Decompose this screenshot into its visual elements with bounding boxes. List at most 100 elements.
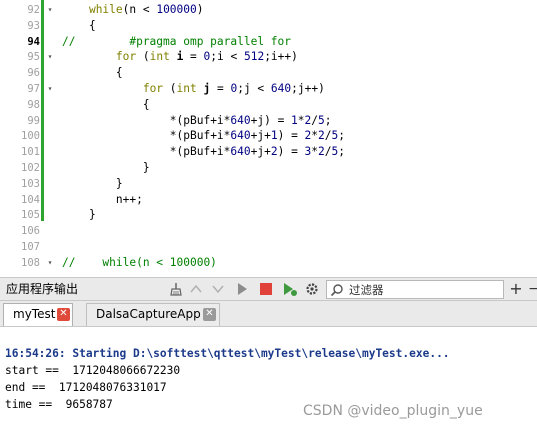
code-line: { — [62, 18, 96, 34]
code-token: = — [183, 50, 204, 64]
line-number[interactable]: 92 — [0, 2, 40, 18]
code-token: *(pBuf+i* — [169, 113, 231, 127]
code-editor[interactable]: 92 ▾ while(n < 100000) 93 {94// #pragma om… — [0, 0, 537, 274]
code-token: } — [115, 176, 123, 190]
stop-icon[interactable] — [258, 281, 274, 297]
line-number[interactable]: 108 — [0, 255, 40, 271]
code-line: { — [62, 97, 150, 113]
line-number[interactable]: 97 — [0, 81, 40, 97]
fold-arrow-icon — [44, 223, 56, 239]
code-token: +j+ — [250, 145, 271, 159]
code-token: ;j < — [237, 82, 271, 95]
broom-icon[interactable] — [168, 281, 184, 297]
code-token: while — [88, 3, 123, 16]
fold-arrow-icon — [44, 207, 56, 223]
code-token: * — [297, 113, 305, 127]
tab-label: myTest — [13, 307, 56, 321]
code-line: } — [62, 160, 150, 176]
code-token: 5 — [318, 113, 325, 127]
fold-arrow-icon — [44, 144, 56, 160]
fold-arrow-icon[interactable]: ▾ — [44, 2, 56, 18]
code-token: *(pBuf+i* — [169, 129, 231, 143]
code-token: 2 — [270, 145, 278, 159]
code-token: // while(n < 100000) — [62, 255, 217, 269]
editor-line: 97 ▾ for (int j = 0;j < 640;j++) — [0, 81, 537, 97]
line-number[interactable]: 101 — [0, 144, 40, 160]
line-number[interactable]: 103 — [0, 176, 40, 192]
code-token: ) = — [277, 145, 305, 159]
close-icon[interactable]: ✕ — [57, 308, 70, 321]
code-token: 100000 — [156, 3, 197, 16]
code-token: for — [115, 50, 137, 64]
code-token: +j+ — [250, 129, 271, 143]
code-token: (n < — [122, 3, 157, 16]
editor-line: 101 *(pBuf+i*640+j+2) = 3*2/5; — [0, 144, 537, 160]
code-line: n++; — [62, 192, 143, 208]
code-token: / — [324, 145, 332, 159]
run-icon[interactable] — [234, 281, 250, 297]
line-number[interactable]: 96 — [0, 65, 40, 81]
arrow-up-icon[interactable] — [188, 281, 204, 297]
line-number[interactable]: 102 — [0, 160, 40, 176]
code-token: 1 — [270, 129, 278, 143]
debug-run-icon[interactable] — [282, 281, 298, 297]
line-number[interactable]: 94 — [0, 34, 40, 50]
line-number[interactable]: 99 — [0, 113, 40, 129]
code-token: { — [88, 18, 96, 32]
output-toolbar: 应用程序输出 + − — [0, 277, 537, 301]
watermark: CSDN @video_plugin_yue — [303, 403, 483, 419]
filter-input[interactable] — [349, 282, 499, 297]
tab-dalsacaptureapp[interactable]: DalsaCaptureApp ✕ — [86, 303, 220, 326]
code-token: int — [149, 50, 170, 64]
filter-box[interactable] — [326, 280, 504, 299]
line-number[interactable]: 106 — [0, 223, 40, 239]
line-number[interactable]: 98 — [0, 97, 40, 113]
editor-line: 94 // #pragma omp parallel for — [0, 34, 537, 50]
add-icon[interactable]: + — [508, 281, 524, 297]
output-tabs: myTest ✕ DalsaCaptureApp ✕ — [0, 301, 537, 327]
line-number[interactable]: 95 — [0, 49, 40, 65]
editor-line: 92 ▾ while(n < 100000) — [0, 2, 537, 18]
code-line: // while(n < 100000) — [62, 255, 217, 271]
arrow-down-icon[interactable] — [210, 281, 226, 297]
code-token: ;j++) — [291, 82, 325, 95]
line-number[interactable]: 105 — [0, 207, 40, 223]
fold-arrow-icon[interactable]: ▾ — [44, 81, 56, 97]
editor-line: 99 *(pBuf+i*640+j) = 1*2/5; — [0, 113, 537, 129]
code-token: ) = — [277, 129, 305, 143]
fold-arrow-icon — [44, 160, 56, 176]
editor-line: 108 ▾ // while(n < 100000) — [0, 255, 537, 271]
code-line: for (int j = 0;j < 640;j++) — [62, 81, 325, 97]
fold-arrow-icon — [44, 65, 56, 81]
editor-line: 102 } — [0, 160, 537, 176]
tab-mytest[interactable]: myTest ✕ — [3, 303, 73, 326]
line-number[interactable]: 104 — [0, 192, 40, 208]
output-console[interactable]: 16:54:26: Starting D:\softtest\qttest\my… — [0, 327, 537, 431]
line-number[interactable]: 100 — [0, 128, 40, 144]
output-line: end == 1712048076331017 — [5, 381, 167, 394]
code-token: { — [142, 97, 150, 111]
code-token: 640 — [230, 145, 251, 159]
line-number[interactable]: 93 — [0, 18, 40, 34]
editor-line: 106 — [0, 223, 537, 239]
minimize-icon[interactable]: − — [526, 281, 537, 297]
code-token: 640 — [230, 129, 251, 143]
line-number[interactable]: 107 — [0, 239, 40, 255]
fold-arrow-icon[interactable]: ▾ — [44, 49, 56, 65]
editor-line: 96 { — [0, 65, 537, 81]
editor-line: 107 — [0, 239, 537, 255]
fold-arrow-icon[interactable]: ▾ — [44, 255, 56, 271]
close-icon[interactable]: ✕ — [203, 308, 216, 321]
gear-icon[interactable] — [304, 281, 320, 297]
fold-arrow-icon — [44, 18, 56, 34]
